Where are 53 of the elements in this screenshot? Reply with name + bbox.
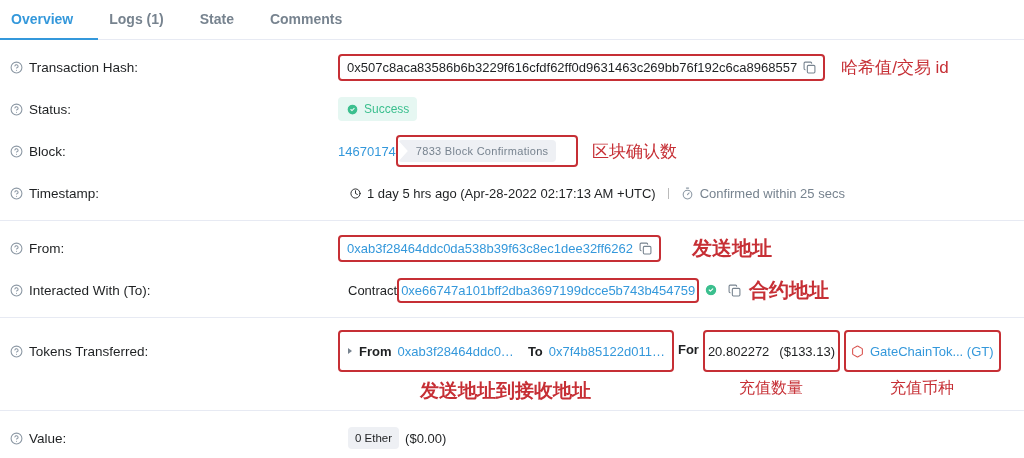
help-icon xyxy=(10,186,23,200)
timer-icon xyxy=(680,186,694,200)
field-label: Timestamp: xyxy=(29,185,99,201)
from-label: From xyxy=(359,343,392,359)
help-icon xyxy=(10,344,23,358)
copy-icon[interactable] xyxy=(803,60,817,74)
help-icon xyxy=(10,60,23,74)
confirmed-text: Confirmed within 25 secs xyxy=(699,185,845,201)
field-label: From: xyxy=(29,240,65,256)
field-label: Status: xyxy=(29,101,72,117)
ether-badge: 0 Ether xyxy=(348,427,400,449)
confirmations-badge: 7833 Block Confirmations xyxy=(397,140,557,162)
annotation-note: 哈希值/交易 id xyxy=(841,56,949,79)
address-link[interactable]: 0xab3f28464ddc0… xyxy=(397,343,514,359)
to-label: To xyxy=(527,343,543,359)
hexagon-icon xyxy=(851,344,864,358)
token-amount: 20.802272 xyxy=(707,343,770,359)
annotation-note: 发送地址到接收地址 xyxy=(420,379,592,403)
help-icon xyxy=(10,241,23,255)
address-link[interactable]: 0x7f4b85122d011… xyxy=(548,343,665,359)
address-link[interactable]: 0xab3f28464ddc0da538b39f63c8ec1dee32ff6262 xyxy=(347,240,634,256)
field-label: Block: xyxy=(29,143,66,159)
contract-link[interactable]: 0xe66747a101bff2dba3697199dcce5b743b454759 xyxy=(401,282,696,298)
annotation-note: 合约地址 xyxy=(749,277,830,303)
annotation-note: 充值数量 xyxy=(739,378,804,398)
help-icon xyxy=(10,431,23,445)
for-label: For xyxy=(677,341,699,359)
field-label: Tokens Transferred: xyxy=(29,343,149,359)
help-icon xyxy=(10,144,23,158)
status-badge: Success xyxy=(338,97,418,121)
transaction-hash: 0x507c8aca83586b6b3229f616cfdf62ff0d9631463c269bb76f192c6ca8968557 xyxy=(347,59,798,75)
timestamp-text: 1 day 5 hrs ago (Apr-28-2022 02:17:13 AM +UTC) xyxy=(367,185,656,201)
usd-value: ($133.13) xyxy=(779,343,835,359)
help-icon xyxy=(10,283,23,297)
field-label: Transaction Hash: xyxy=(29,59,139,75)
tab[interactable]: State xyxy=(188,0,259,40)
caret-icon[interactable] xyxy=(347,347,353,355)
token-link[interactable]: GateChainTok... (GT) xyxy=(870,343,994,359)
annotation-note: 充值币种 xyxy=(890,378,955,398)
annotation-note: 区块确认数 xyxy=(592,140,678,163)
tab[interactable]: Logs (1) xyxy=(98,0,189,40)
usd-value: ($0.00) xyxy=(405,430,447,446)
tab[interactable]: Comments xyxy=(258,0,368,40)
tab[interactable]: Overview xyxy=(0,0,99,40)
field-label: Interacted With (To): xyxy=(29,282,151,298)
annotation-note: 发送地址 xyxy=(692,235,773,261)
copy-icon[interactable] xyxy=(639,241,653,255)
clock-icon xyxy=(350,187,361,199)
field-label: Value: xyxy=(29,430,67,446)
contract-label: Contract xyxy=(348,282,398,298)
help-icon xyxy=(10,102,23,116)
block-link[interactable]: 14670174 xyxy=(338,143,396,159)
copy-icon[interactable] xyxy=(728,283,742,297)
